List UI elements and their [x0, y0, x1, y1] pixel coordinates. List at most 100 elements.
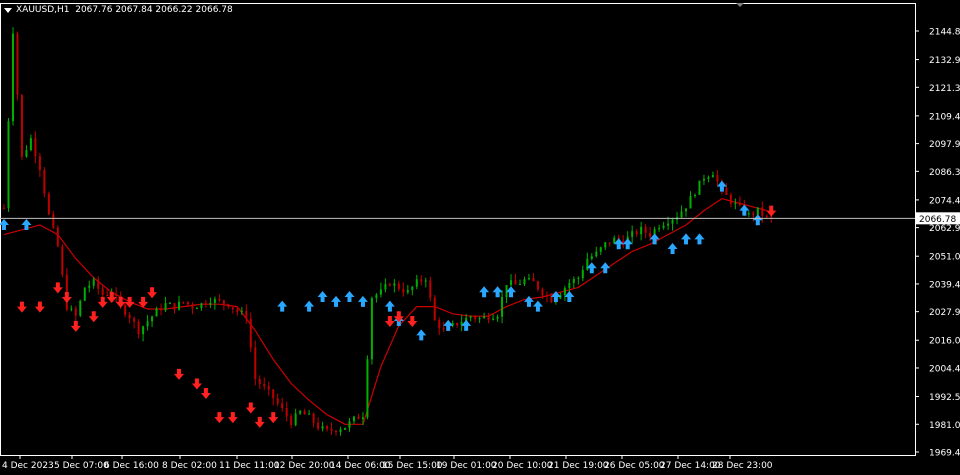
candle-body	[527, 278, 530, 280]
candle-body	[572, 278, 575, 283]
sell-arrow-icon	[16, 301, 27, 313]
candle-body	[357, 416, 360, 420]
candle-body	[595, 251, 598, 257]
current-price-line: 2066.78	[0, 212, 960, 225]
sell-arrow-icon	[766, 205, 777, 217]
candle-body	[532, 278, 535, 282]
candle-body	[191, 304, 194, 309]
candle-body	[169, 303, 172, 305]
candle-body	[510, 280, 513, 286]
candle-body	[330, 429, 333, 431]
candle-body	[635, 231, 638, 235]
candle-body	[263, 384, 266, 387]
candle-body	[599, 247, 602, 252]
candle-body	[379, 289, 382, 295]
candle-body	[478, 318, 481, 320]
x-tick-label: 4 Dec 2023	[2, 461, 54, 471]
candle-body	[514, 280, 517, 285]
candle-body	[267, 386, 270, 390]
candle-body	[577, 278, 580, 280]
candle-body	[213, 298, 216, 303]
candle-body	[756, 207, 759, 215]
candle-body	[671, 219, 674, 224]
candle-body	[568, 282, 571, 289]
candle-body	[523, 279, 526, 284]
candle-body	[137, 321, 140, 335]
y-tick-label: 1969.45	[929, 449, 960, 459]
candle-body	[38, 156, 41, 171]
candle-body	[231, 307, 234, 310]
buy-arrow-icon	[304, 300, 315, 312]
candle-body	[200, 303, 203, 309]
x-tick-label: 21 Dec 19:00	[548, 461, 609, 471]
sell-arrow-icon	[200, 388, 211, 400]
candle-body	[456, 323, 459, 326]
candle-body	[393, 283, 396, 286]
buy-arrow-icon	[461, 319, 472, 331]
candle-body	[317, 422, 320, 429]
candle-body	[303, 410, 306, 415]
buy-arrow-icon	[357, 295, 368, 307]
candle-body	[52, 214, 55, 228]
candle-body	[483, 316, 486, 319]
candle-body	[765, 215, 768, 217]
candle-body	[689, 195, 692, 209]
candle-body	[20, 94, 23, 157]
sell-arrow-icon	[214, 412, 225, 424]
candle-body	[195, 308, 198, 310]
candle-body	[348, 421, 351, 428]
sell-arrow-icon	[173, 368, 184, 380]
candle-body	[258, 378, 261, 385]
y-tick-label: 1981.00	[929, 421, 960, 431]
sell-arrow-icon	[147, 287, 158, 299]
candle-body	[429, 280, 432, 298]
candle-body	[290, 416, 293, 426]
candle-body	[608, 242, 611, 244]
candle-body	[285, 408, 288, 417]
x-tick-label: 11 Dec 11:00	[219, 461, 280, 471]
candle-body	[34, 138, 37, 157]
buy-arrow-icon	[667, 243, 678, 255]
candle-body	[492, 318, 495, 320]
buy-arrow-icon	[344, 291, 355, 303]
price-chart[interactable]: 2066.78 2144.80 2132.90 2121.35 2109.45 2097…	[0, 0, 960, 475]
candle-body	[581, 269, 584, 279]
candle-body	[474, 316, 477, 319]
candle-body	[16, 33, 19, 95]
y-tick-label: 2051.00	[929, 253, 960, 263]
candle-body	[631, 231, 634, 237]
candle-body	[47, 193, 50, 215]
candle-body	[707, 177, 710, 179]
candle-body	[245, 310, 248, 319]
candle-body	[155, 308, 158, 317]
x-tick-label: 5 Dec 07:00	[54, 461, 109, 471]
candle-body	[88, 285, 91, 288]
candles	[3, 27, 773, 436]
y-tick-label: 2027.90	[929, 308, 960, 318]
candle-body	[711, 175, 714, 178]
candle-body	[761, 207, 764, 216]
sell-arrow-icon	[97, 296, 108, 308]
candle-body	[209, 302, 212, 305]
candle-body	[7, 121, 10, 209]
candle-body	[716, 175, 719, 182]
candle-body	[352, 416, 355, 422]
candle-body	[442, 328, 445, 330]
candle-body	[43, 170, 46, 194]
candle-body	[56, 227, 59, 247]
buy-arrow-icon	[21, 218, 32, 230]
candle-body	[536, 281, 539, 290]
candle-body	[361, 417, 364, 420]
buy-arrow-icon	[0, 218, 9, 230]
candle-body	[222, 300, 225, 305]
sell-arrow-icon	[88, 311, 99, 323]
candle-body	[424, 280, 427, 282]
candle-body	[649, 232, 652, 237]
sell-arrow-icon	[52, 282, 63, 294]
candle-body	[294, 413, 297, 426]
buy-arrow-icon	[317, 291, 328, 303]
candle-body	[770, 216, 773, 218]
candle-body	[61, 246, 64, 275]
candle-body	[25, 150, 28, 157]
candle-body	[106, 294, 109, 296]
